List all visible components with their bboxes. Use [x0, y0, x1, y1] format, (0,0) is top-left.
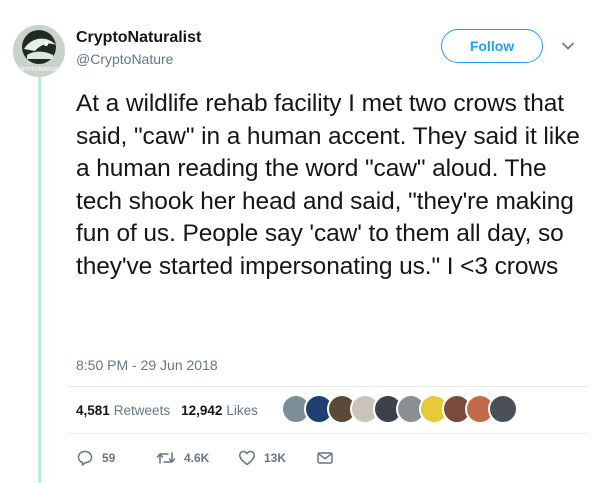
reply-button[interactable]: 59 [76, 449, 156, 467]
retweet-count: 4.6K [184, 451, 210, 465]
tweet-actions: 59 4.6K 13K [76, 447, 334, 469]
follow-button[interactable]: Follow [441, 29, 543, 63]
retweets-stat[interactable]: 4,581 Retweets [76, 403, 170, 418]
like-button[interactable]: 13K [238, 449, 316, 467]
thread-line [38, 68, 41, 483]
divider [68, 386, 588, 387]
likes-count: 12,942 [181, 402, 223, 418]
envelope-icon [317, 452, 333, 464]
liker-avatar[interactable] [488, 394, 518, 424]
reply-icon [77, 450, 93, 466]
svg-text:CRYPTONATURE: CRYPTONATURE [17, 67, 62, 73]
avatar-image: CRYPTONATURE [13, 25, 65, 77]
tweet-timestamp[interactable]: 8:50 PM - 29 Jun 2018 [76, 357, 218, 373]
retweet-icon [156, 452, 176, 464]
retweet-button[interactable]: 4.6K [156, 449, 238, 467]
chevron-down-icon[interactable] [561, 39, 575, 53]
retweets-count: 4,581 [76, 402, 110, 418]
retweets-label: Retweets [113, 402, 171, 418]
divider [68, 433, 588, 434]
tweet-stats: 4,581 Retweets 12,942 Likes [76, 393, 269, 427]
direct-message-button[interactable] [316, 449, 334, 467]
heart-icon [239, 450, 255, 466]
tweet-text: At a wildlife rehab facility I met two c… [76, 90, 580, 280]
likes-stat[interactable]: 12,942 Likes [181, 403, 258, 418]
display-name[interactable]: CryptoNaturalist [76, 29, 201, 47]
tweet: CRYPTONATURE CryptoNaturalist @CryptoNat… [0, 0, 593, 483]
reply-count: 59 [102, 451, 116, 465]
like-count: 13K [264, 451, 287, 465]
user-handle[interactable]: @CryptoNature [76, 51, 173, 67]
avatar[interactable]: CRYPTONATURE [13, 25, 65, 77]
likes-label: Likes [226, 402, 258, 418]
